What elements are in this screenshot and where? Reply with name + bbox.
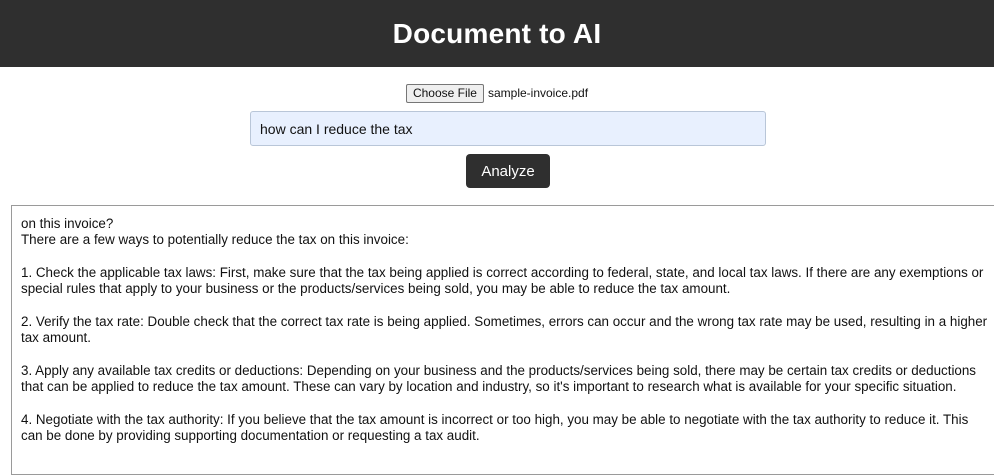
file-picker: Choose File sample-invoice.pdf <box>0 83 994 103</box>
selected-file-name: sample-invoice.pdf <box>487 86 589 100</box>
app-header: Document to AI <box>0 0 994 67</box>
page-title: Document to AI <box>392 17 602 49</box>
query-input[interactable] <box>250 111 766 146</box>
choose-file-button[interactable]: Choose File <box>405 83 484 103</box>
analyze-button[interactable]: Analyze <box>466 154 550 188</box>
response-output[interactable]: on this invoice? There are a few ways to… <box>11 205 994 475</box>
